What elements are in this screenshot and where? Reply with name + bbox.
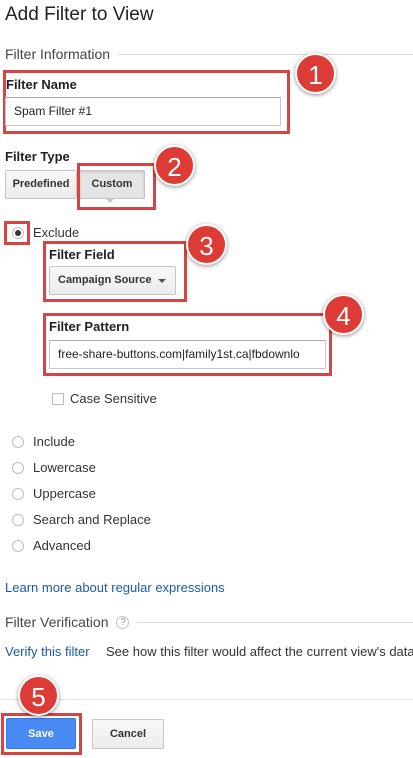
filter-verification-label: Filter Verification [5, 614, 109, 630]
uppercase-label: Uppercase [33, 486, 96, 501]
filter-field-select[interactable]: Campaign Source [49, 266, 176, 295]
predefined-button[interactable]: Predefined [5, 170, 77, 199]
learn-more-link[interactable]: Learn more about regular expressions [5, 580, 225, 595]
filter-pattern-input[interactable]: free-share-buttons.com|family1st.ca|fbdo… [49, 340, 326, 369]
help-icon[interactable]: ? [116, 615, 130, 629]
section-divider [137, 621, 413, 623]
lowercase-label: Lowercase [33, 460, 96, 475]
footer-divider [0, 699, 413, 700]
case-sensitive-label: Case Sensitive [70, 391, 157, 406]
section-divider [118, 53, 413, 55]
verify-filter-link[interactable]: Verify this filter [5, 644, 90, 659]
filter-field-value: Campaign Source [58, 274, 152, 286]
page-title: Add Filter to View [5, 4, 154, 25]
annotation-badge-3: 3 [186, 224, 227, 265]
filter-information-label: Filter Information [5, 46, 111, 62]
verify-description: See how this filter would affect the cur… [106, 644, 413, 659]
save-button[interactable]: Save [6, 718, 76, 749]
filter-pattern-label: Filter Pattern [49, 319, 130, 334]
lowercase-radio[interactable] [12, 462, 24, 474]
annotation-badge-4: 4 [323, 294, 364, 335]
filter-information-header: Filter Information [5, 44, 413, 64]
annotation-badge-2: 2 [154, 145, 195, 186]
include-radio[interactable] [12, 436, 24, 448]
annotation-badge-5: 5 [18, 675, 59, 716]
exclude-label: Exclude [33, 225, 80, 240]
cancel-button[interactable]: Cancel [92, 719, 164, 749]
filter-verification-header: Filter Verification ? [5, 612, 413, 632]
search-and-replace-radio[interactable] [12, 514, 24, 526]
advanced-label: Advanced [33, 538, 91, 553]
include-label: Include [33, 434, 75, 449]
filter-field-label: Filter Field [49, 247, 115, 262]
annotation-box-2 [77, 163, 156, 210]
radio-selected-dot [15, 230, 21, 236]
search-and-replace-label: Search and Replace [33, 512, 151, 527]
filter-name-label: Filter Name [6, 77, 77, 92]
exclude-radio[interactable] [12, 227, 24, 239]
advanced-radio[interactable] [12, 540, 24, 552]
case-sensitive-checkbox[interactable] [52, 393, 64, 405]
filter-name-input[interactable]: Spam Filter #1 [5, 97, 281, 126]
chevron-down-icon [158, 279, 166, 283]
uppercase-radio[interactable] [12, 488, 24, 500]
annotation-badge-1: 1 [295, 53, 336, 94]
filter-type-label: Filter Type [5, 149, 70, 164]
